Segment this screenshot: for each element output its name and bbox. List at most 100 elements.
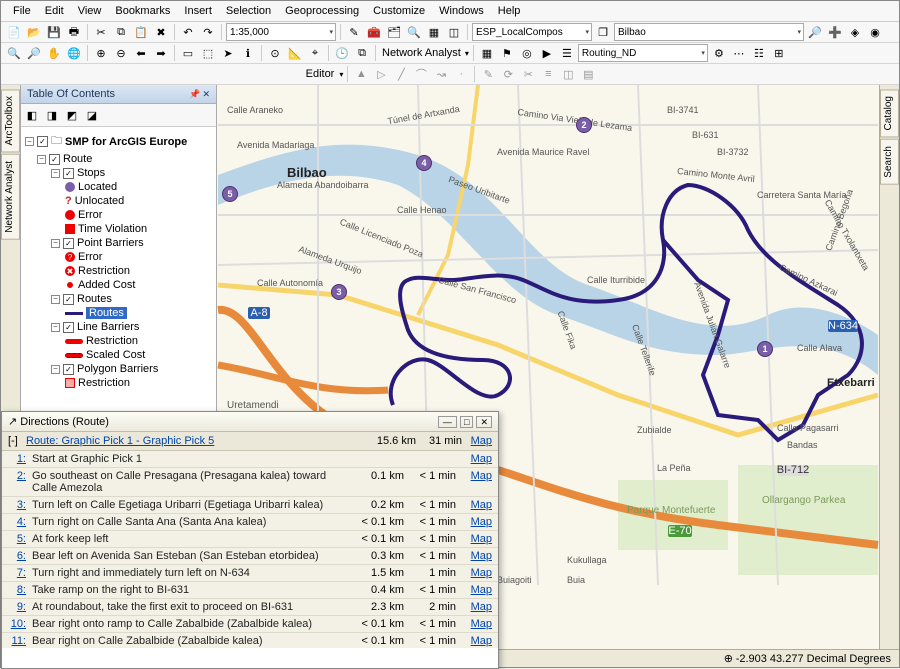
na-props-icon[interactable]: ☷ xyxy=(750,44,768,62)
direction-step[interactable]: 2:Go southeast on Calle Presagana (Presa… xyxy=(2,468,498,497)
stop-marker[interactable]: 2 xyxy=(576,117,592,133)
step-number[interactable]: 2: xyxy=(8,470,26,494)
list-selection-icon[interactable]: ◪ xyxy=(83,106,101,124)
model-icon[interactable]: ◫ xyxy=(445,23,463,41)
find-xy-icon[interactable]: ⊙ xyxy=(266,44,284,62)
map-link[interactable]: Map xyxy=(462,470,492,494)
zoom-out-icon[interactable]: 🔎 xyxy=(25,44,43,62)
expand-icon[interactable]: − xyxy=(25,137,34,146)
na-create-icon[interactable]: ⚑ xyxy=(498,44,516,62)
menu-file[interactable]: File xyxy=(7,3,37,19)
menu-bookmarks[interactable]: Bookmarks xyxy=(109,3,176,19)
tree-error[interactable]: Error xyxy=(78,209,102,221)
editor-label[interactable]: Editor xyxy=(303,68,338,80)
step-number[interactable]: 6: xyxy=(8,550,26,562)
goto-xy-icon[interactable]: ⌖ xyxy=(306,44,324,62)
checkbox[interactable]: ✓ xyxy=(63,294,74,305)
create-viewer-icon[interactable]: ⧉ xyxy=(353,44,371,62)
list-visibility-icon[interactable]: ◩ xyxy=(63,106,81,124)
catalog-icon[interactable]: 🗂 xyxy=(385,23,403,41)
python-icon[interactable]: ▦ xyxy=(425,23,443,41)
map-link[interactable]: Map xyxy=(462,550,492,562)
rotate-icon[interactable]: ⟳ xyxy=(499,65,517,83)
direction-step[interactable]: 3:Turn left on Calle Egetiaga Uribarri (… xyxy=(2,497,498,514)
edit-tool-icon[interactable]: ▲ xyxy=(352,65,370,83)
tab-search[interactable]: Search xyxy=(880,139,899,185)
checkbox[interactable]: ✓ xyxy=(63,364,74,375)
checkbox[interactable]: ✓ xyxy=(63,168,74,179)
back-extent-icon[interactable]: ⬅ xyxy=(132,44,150,62)
map-link[interactable]: Map xyxy=(462,435,492,447)
zoom-in-icon[interactable]: 🔍 xyxy=(5,44,23,62)
find-icon[interactable]: 🔎 xyxy=(806,23,824,41)
step-number[interactable]: 5: xyxy=(8,533,26,545)
tree-pb-error[interactable]: Error xyxy=(78,251,102,263)
stop-marker[interactable]: 4 xyxy=(416,155,432,171)
menu-geoprocessing[interactable]: Geoprocessing xyxy=(279,3,365,19)
na-solve-icon[interactable]: ▶ xyxy=(538,44,556,62)
edit-annot-icon[interactable]: ✎ xyxy=(479,65,497,83)
close-icon[interactable]: ✕ xyxy=(476,416,492,428)
pan-icon[interactable]: ✋ xyxy=(45,44,63,62)
na-directions-icon[interactable]: ☰ xyxy=(558,44,576,62)
map-link[interactable]: Map xyxy=(462,499,492,511)
select-elements-icon[interactable]: ➤ xyxy=(219,44,237,62)
map-link[interactable]: Map xyxy=(462,453,492,465)
tree-lb-scaled[interactable]: Scaled Cost xyxy=(86,349,145,361)
trace-icon[interactable]: ↝ xyxy=(432,65,450,83)
na-options-icon[interactable]: ⋯ xyxy=(730,44,748,62)
menu-edit[interactable]: Edit xyxy=(39,3,70,19)
city-combo[interactable]: Bilbao xyxy=(614,23,804,41)
tab-network-analyst[interactable]: Network Analyst xyxy=(1,154,20,240)
directions-window[interactable]: ↗ Directions (Route) — □ ✕ [-] Route: Gr… xyxy=(1,411,499,669)
tab-arctoolbox[interactable]: ArcToolbox xyxy=(1,89,20,152)
map-link[interactable]: Map xyxy=(462,516,492,528)
route-summary-link[interactable]: Route: Graphic Pick 1 - Graphic Pick 5 xyxy=(26,435,366,447)
new-icon[interactable]: 📄 xyxy=(5,23,23,41)
direction-step[interactable]: 9:At roundabout, take the first exit to … xyxy=(2,599,498,616)
map-link[interactable]: Map xyxy=(462,533,492,545)
time-slider-icon[interactable]: 🕒 xyxy=(333,44,351,62)
straight-icon[interactable]: ╱ xyxy=(392,65,410,83)
tree-poly-restr[interactable]: Restriction xyxy=(78,377,130,389)
na-extra-icon[interactable]: ⊞ xyxy=(770,44,788,62)
point-icon[interactable]: · xyxy=(452,65,470,83)
fixed-zoomin-icon[interactable]: ⊕ xyxy=(92,44,110,62)
map-link[interactable]: Map xyxy=(462,618,492,630)
save-icon[interactable]: 💾 xyxy=(45,23,63,41)
direction-step[interactable]: 10:Bear right onto ramp to Calle Zabalbi… xyxy=(2,616,498,633)
direction-step[interactable]: 5:At fork keep left< 0.1 km< 1 minMap xyxy=(2,531,498,548)
expand-icon[interactable]: − xyxy=(51,169,60,178)
map-link[interactable]: Map xyxy=(462,584,492,596)
print-icon[interactable]: 🖶 xyxy=(65,23,83,41)
sketch-icon[interactable]: ◫ xyxy=(559,65,577,83)
direction-step[interactable]: 8:Take ramp on the right to BI-6310.4 km… xyxy=(2,582,498,599)
expand-icon[interactable]: − xyxy=(51,365,60,374)
map-link[interactable]: Map xyxy=(462,601,492,613)
full-extent-icon[interactable]: 🌐 xyxy=(65,44,83,62)
menu-view[interactable]: View xyxy=(72,3,108,19)
toolbox-icon[interactable]: 🧰 xyxy=(365,23,383,41)
edit-vertices-icon[interactable]: ▷ xyxy=(372,65,390,83)
tree-routes[interactable]: Routes xyxy=(77,293,112,305)
tree-polygon-barriers[interactable]: Polygon Barriers xyxy=(77,363,158,375)
measure-icon[interactable]: 📐 xyxy=(286,44,304,62)
tree-line-barriers[interactable]: Line Barriers xyxy=(77,321,139,333)
maximize-icon[interactable]: □ xyxy=(460,416,473,428)
tree-lb-restr[interactable]: Restriction xyxy=(86,335,138,347)
list-drawing-icon[interactable]: ◧ xyxy=(23,106,41,124)
tree-stops[interactable]: Stops xyxy=(77,167,105,179)
attributes-icon[interactable]: ≡ xyxy=(539,65,557,83)
na-window-icon[interactable]: ▦ xyxy=(478,44,496,62)
split-icon[interactable]: ✂ xyxy=(519,65,537,83)
editor-toolbar-icon[interactable]: ✎ xyxy=(345,23,363,41)
tree-route[interactable]: Route xyxy=(63,153,92,165)
checkbox[interactable]: ✓ xyxy=(37,136,48,147)
routing-combo[interactable]: Routing_ND xyxy=(578,44,708,62)
na-build-icon[interactable]: ⚙ xyxy=(710,44,728,62)
step-number[interactable]: 1: xyxy=(8,453,26,465)
create-feature-icon[interactable]: ▤ xyxy=(579,65,597,83)
copy-icon[interactable]: ⧉ xyxy=(112,23,130,41)
menu-windows[interactable]: Windows xyxy=(433,3,490,19)
tool-a-icon[interactable]: ◈ xyxy=(846,23,864,41)
